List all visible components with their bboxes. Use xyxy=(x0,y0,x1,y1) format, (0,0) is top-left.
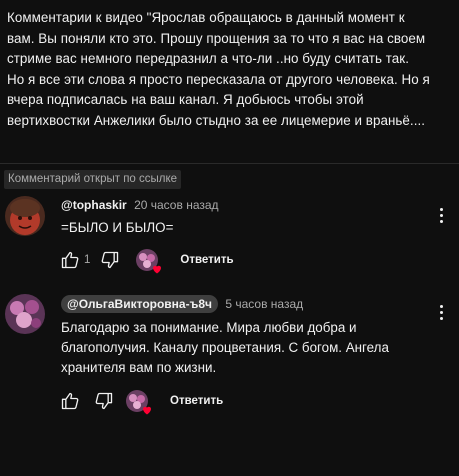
reply-button[interactable]: Ответить xyxy=(170,395,223,407)
heart-icon xyxy=(143,406,151,415)
comment-text-line: благополучия. Каналу процветания. С бого… xyxy=(61,340,389,355)
comment-text-line: хранителя вам по жизни. xyxy=(61,360,217,375)
like-button[interactable] xyxy=(58,248,82,272)
heart-icon xyxy=(153,265,162,274)
comment-text-line: Благодарю за понимание. Мира любви добра… xyxy=(61,320,357,335)
comment-header: @ОльгаВикторовна-ъ8ч 5 часов назад xyxy=(61,295,303,313)
like-button[interactable] xyxy=(58,389,82,413)
creator-heart-badge xyxy=(126,390,151,415)
red-face-avatar-icon xyxy=(5,196,45,236)
linked-comment-badge: Комментарий открыт по ссылке xyxy=(4,170,182,189)
comment-timestamp[interactable]: 5 часов назад xyxy=(225,297,303,311)
video-comment-line: Но я все эти слова я просто пересказала … xyxy=(7,71,430,87)
video-comment-line: Комментарии к видео "Ярослав обращаюсь в… xyxy=(7,10,405,25)
more-options-icon[interactable] xyxy=(438,208,444,226)
video-comment-line: вертихвостки Анжелики было стыдно за ее … xyxy=(7,112,425,128)
comment-body: =БЫЛО И БЫЛО= xyxy=(61,218,173,238)
divider xyxy=(0,163,459,164)
more-options-icon[interactable] xyxy=(438,305,444,323)
comment-body: Благодарю за понимание. Мира любви добра… xyxy=(61,318,389,378)
avatar[interactable] xyxy=(5,196,45,236)
thumbs-up-icon xyxy=(61,392,79,410)
flowers-avatar-icon xyxy=(5,294,45,334)
comment-author-chip[interactable]: @ОльгаВикторовна-ъ8ч xyxy=(61,295,218,313)
thumbs-up-icon xyxy=(61,251,79,269)
dislike-button[interactable] xyxy=(98,248,122,272)
reply-button[interactable]: Ответить xyxy=(180,254,233,266)
avatar[interactable] xyxy=(5,294,45,334)
video-comment-line: вчера подписалась на ваш канал. Я добьюс… xyxy=(7,92,364,107)
comment-item: @ОльгаВикторовна-ъ8ч 5 часов назад Благо… xyxy=(0,290,459,420)
video-comment-line: вам. Вы поняли кто это. Прошу прощения з… xyxy=(7,30,426,46)
thumbs-down-icon xyxy=(95,392,113,410)
comment-header: @tophaskir 20 часов назад xyxy=(61,198,219,212)
comment-author[interactable]: @tophaskir xyxy=(61,198,127,212)
comment-text-line: =БЫЛО И БЫЛО= xyxy=(61,220,174,235)
comment-item: @tophaskir 20 часов назад =БЫЛО И БЫЛО= … xyxy=(0,190,459,280)
video-comment-line: стриме вас немного передразнил а что-ли … xyxy=(7,51,409,66)
comment-timestamp[interactable]: 20 часов назад xyxy=(134,198,218,212)
comment-actions: Ответить xyxy=(58,388,223,415)
creator-heart-badge xyxy=(136,249,162,274)
video-comment-text: Комментарии к видео "Ярослав обращаюсь в… xyxy=(7,8,455,131)
like-count: 1 xyxy=(84,254,91,266)
thumbs-down-icon xyxy=(102,251,119,269)
comment-actions: 1 Ответить xyxy=(58,247,234,274)
dislike-button[interactable] xyxy=(92,389,116,413)
